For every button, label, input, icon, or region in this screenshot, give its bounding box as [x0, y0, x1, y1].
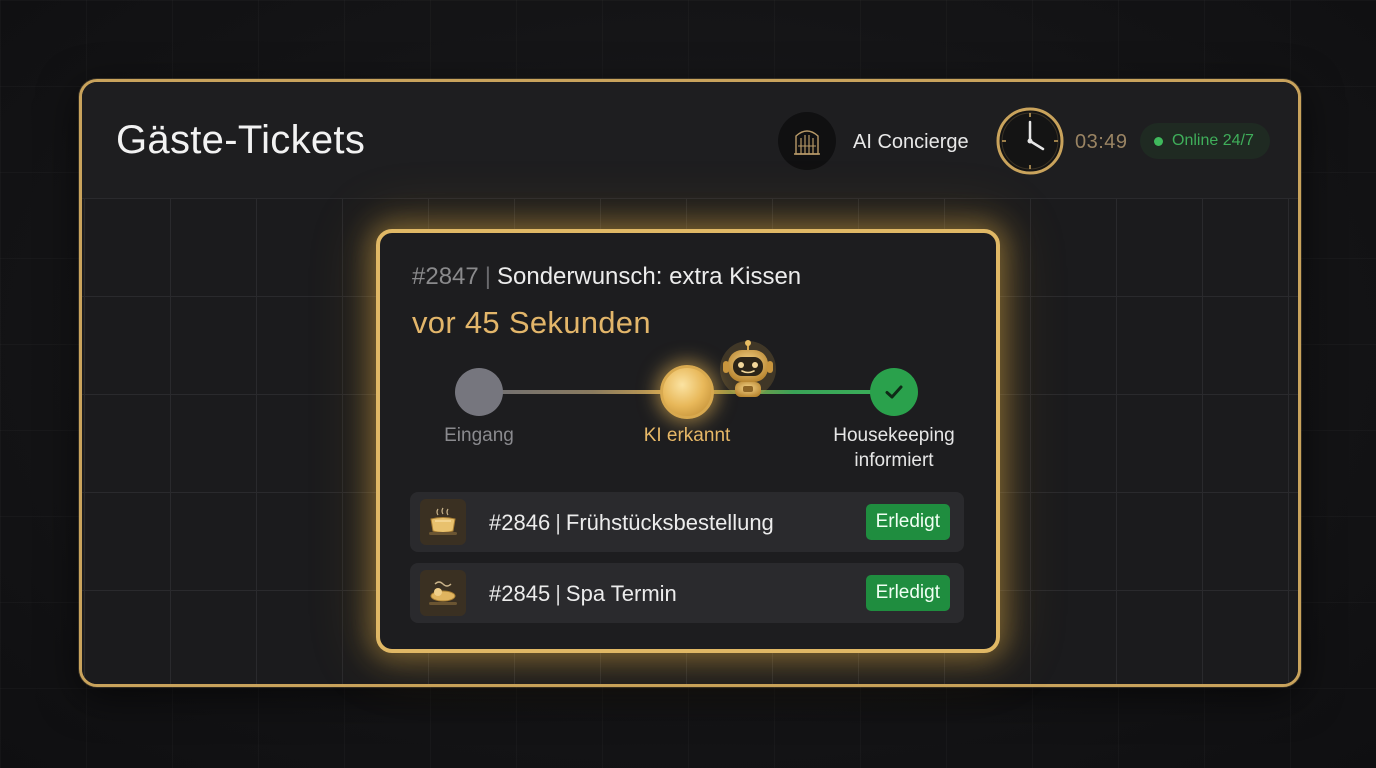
step-label-ki-erkannt: KI erkannt: [643, 425, 731, 446]
step-node-eingang: [455, 368, 503, 416]
step-label-housekeeping: Housekeeping informiert: [804, 423, 984, 473]
page-title: Gäste-Tickets: [116, 118, 366, 162]
hotel-logo-icon: [778, 112, 836, 170]
ticket-row-number: #2846: [489, 510, 551, 535]
progress-line-1: [480, 390, 685, 394]
row-separator: |: [555, 581, 561, 606]
status-badge: Erledigt: [865, 575, 950, 611]
ticket-row[interactable]: #2845 | Spa Termin Erledigt: [410, 563, 964, 623]
ticket-row-text: #2846 | Frühstücksbestellung: [489, 510, 774, 536]
status-badge: Erledigt: [865, 504, 950, 540]
step-label-housekeeping-line2: informiert: [854, 450, 934, 471]
ticket-row[interactable]: #2846 | Frühstücksbestellung Erledigt: [410, 492, 964, 552]
ticket-row-text: #2845 | Spa Termin: [489, 581, 677, 607]
ticket-heading: #2847 | Sonderwunsch: extra Kissen: [412, 263, 801, 291]
ticket-age: vor 45 Sekunden: [412, 305, 651, 340]
breakfast-tray-icon: [420, 499, 466, 545]
ticket-row-subject: Spa Termin: [565, 581, 677, 606]
ticket-row-subject: Frühstücksbestellung: [565, 510, 774, 535]
clock-icon: [995, 106, 1065, 176]
ai-concierge-label: AI Concierge: [853, 131, 969, 153]
ticket-number: #2847: [412, 263, 479, 290]
spa-icon: [420, 570, 466, 616]
row-separator: |: [555, 510, 561, 535]
online-status-text: Online 24/7: [1172, 132, 1254, 149]
step-node-housekeeping: [870, 368, 918, 416]
heading-separator: |: [484, 263, 491, 290]
online-status-badge: Online 24/7: [1140, 123, 1270, 159]
checkmark-icon: [885, 385, 903, 399]
panel-header: Gäste-Tickets AI Concierge 03:49 Online …: [82, 82, 1298, 199]
step-node-ki-erkannt: [660, 365, 714, 419]
current-time: 03:49: [1075, 131, 1128, 153]
step-label-housekeeping-line1: Housekeeping: [833, 425, 955, 446]
ticket-subject: Sonderwunsch: extra Kissen: [496, 263, 802, 290]
online-dot-icon: [1154, 136, 1163, 146]
ticket-row-number: #2845: [489, 581, 551, 606]
step-label-eingang: Eingang: [444, 425, 514, 446]
robot-icon: [718, 339, 778, 403]
active-ticket-card[interactable]: #2847 | Sonderwunsch: extra Kissen vor 45 …: [376, 229, 1000, 653]
